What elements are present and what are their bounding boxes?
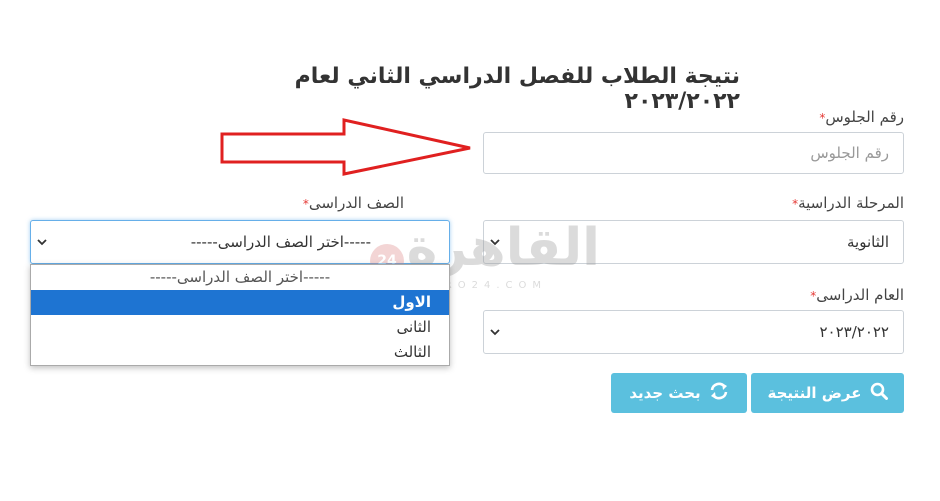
- grade-label-text: الصف الدراسى: [308, 194, 404, 212]
- grade-select-value: -----اختر الصف الدراسى-----: [190, 233, 371, 251]
- new-search-button[interactable]: بحث جديد: [611, 373, 747, 413]
- chevron-down-icon: [37, 235, 47, 249]
- seat-number-field[interactable]: [483, 132, 904, 174]
- year-label: العام الدراسى*: [806, 286, 904, 304]
- grade-option-third[interactable]: الثالث: [31, 340, 449, 365]
- stage-label: المرحلة الدراسية*: [788, 194, 904, 212]
- show-result-button[interactable]: عرض النتيجة: [751, 373, 904, 413]
- seat-number-label-text: رقم الجلوس: [825, 108, 904, 126]
- chevron-down-icon: [490, 325, 500, 339]
- grade-dropdown-list: -----اختر الصف الدراسى----- الاول الثانى…: [30, 264, 450, 366]
- grade-option-first[interactable]: الاول: [31, 290, 449, 315]
- grade-label: الصف الدراسى*: [299, 194, 404, 212]
- year-select-value: ٢٠٢٣/٢٠٢٢: [819, 323, 889, 341]
- red-arrow-annotation: [220, 118, 471, 176]
- page-title: نتيجة الطلاب للفصل الدراسي الثاني لعام ٢…: [294, 64, 740, 114]
- stage-select-value: الثانوية: [847, 233, 889, 251]
- search-icon: [870, 382, 888, 404]
- year-label-text: العام الدراسى: [816, 286, 904, 304]
- refresh-icon: [709, 382, 729, 404]
- year-select[interactable]: ٢٠٢٣/٢٠٢٢: [483, 310, 904, 354]
- grade-select[interactable]: -----اختر الصف الدراسى-----: [30, 220, 450, 264]
- chevron-down-icon: [490, 235, 500, 249]
- stage-label-text: المرحلة الدراسية: [798, 194, 904, 212]
- show-result-label: عرض النتيجة: [767, 384, 862, 402]
- new-search-label: بحث جديد: [629, 384, 701, 402]
- grade-option-placeholder[interactable]: -----اختر الصف الدراسى-----: [31, 265, 449, 290]
- stage-select[interactable]: الثانوية: [483, 220, 904, 264]
- seat-number-input[interactable]: [484, 133, 903, 173]
- grade-option-second[interactable]: الثانى: [31, 315, 449, 340]
- seat-number-label: رقم الجلوس*: [815, 108, 904, 126]
